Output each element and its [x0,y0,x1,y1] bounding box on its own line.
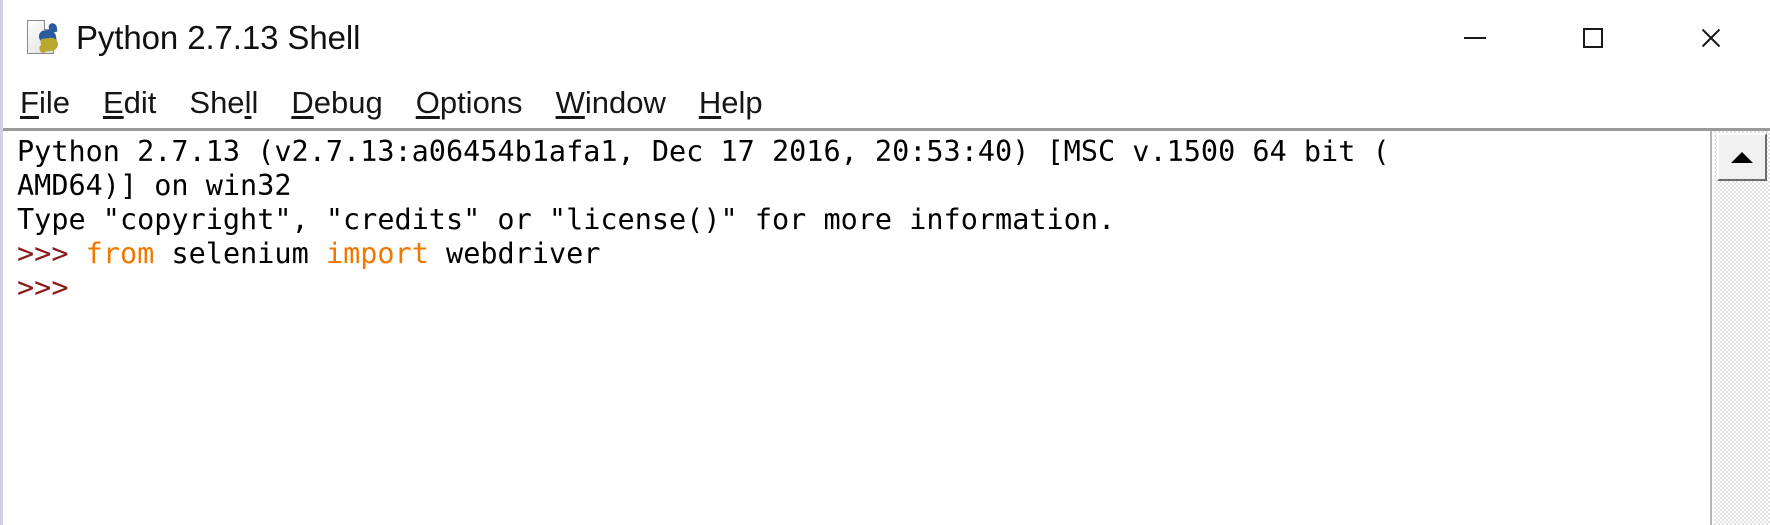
shell-text-area[interactable]: Python 2.7.13 (v2.7.13:a06454b1afa1, Dec… [3,131,1712,525]
shell-prompt: >>> [17,237,69,270]
title-bar[interactable]: Python 2.7.13 Shell [3,0,1770,76]
scroll-up-button[interactable] [1717,133,1767,181]
menu-label-edit: dit [123,84,157,120]
vertical-scrollbar[interactable] [1712,131,1770,525]
maximize-icon [1583,28,1603,48]
python-keyword-import: import [325,237,429,270]
menu-label-help: elp [721,84,763,120]
title-bar-left: Python 2.7.13 Shell [3,18,360,58]
menu-label-debug: ebug [313,84,383,120]
menu-mnemonic-window: W [555,84,585,120]
python-module-name: selenium [171,237,309,270]
shell-text-area-container: Python 2.7.13 (v2.7.13:a06454b1afa1, Dec… [3,128,1770,525]
menu-label-shell-pre: She [189,84,245,120]
menu-item-window[interactable]: Window [556,87,666,118]
menu-item-edit[interactable]: Edit [103,87,156,118]
menu-item-help[interactable]: Help [699,87,763,118]
menu-mnemonic-help: H [698,84,722,120]
menu-item-shell[interactable]: Shell [189,87,258,118]
shell-input-line: >>> from selenium import webdriver [17,237,1712,271]
menu-mnemonic-edit: E [102,84,124,120]
menu-label-window: indow [584,84,666,120]
window-title: Python 2.7.13 Shell [76,19,361,56]
minimize-icon [1464,37,1486,39]
menu-mnemonic-options: O [415,84,440,120]
menu-label-shell-post: l [251,84,259,120]
shell-prompt: >>> [17,271,69,304]
close-icon [1699,26,1723,50]
menu-item-file[interactable]: File [20,87,70,118]
menu-mnemonic-file: F [20,84,39,120]
python-keyword-from: from [85,237,155,270]
maximize-button[interactable] [1534,0,1652,76]
idle-shell-window: Python 2.7.13 Shell File Edit Shell Debu… [0,0,1770,525]
shell-output-line: Type "copyright", "credits" or "license(… [17,203,1116,236]
python-imported-name: webdriver [446,237,601,270]
python-document-icon [24,18,64,58]
close-button[interactable] [1652,0,1770,76]
menu-item-options[interactable]: Options [416,87,523,118]
shell-output-line: AMD64)] on win32 [17,169,292,202]
shell-current-prompt-line: >>> [17,271,1712,305]
scroll-up-icon [1731,151,1753,163]
menu-label-options: ptions [439,84,523,120]
menu-mnemonic-debug: D [291,84,314,120]
minimize-button[interactable] [1416,0,1534,76]
menu-bar: File Edit Shell Debug Options Window Hel… [3,76,1770,128]
menu-item-debug[interactable]: Debug [291,87,382,118]
shell-output-line: Python 2.7.13 (v2.7.13:a06454b1afa1, Dec… [17,135,1390,168]
window-controls [1416,0,1770,76]
menu-label-file: ile [38,84,70,120]
